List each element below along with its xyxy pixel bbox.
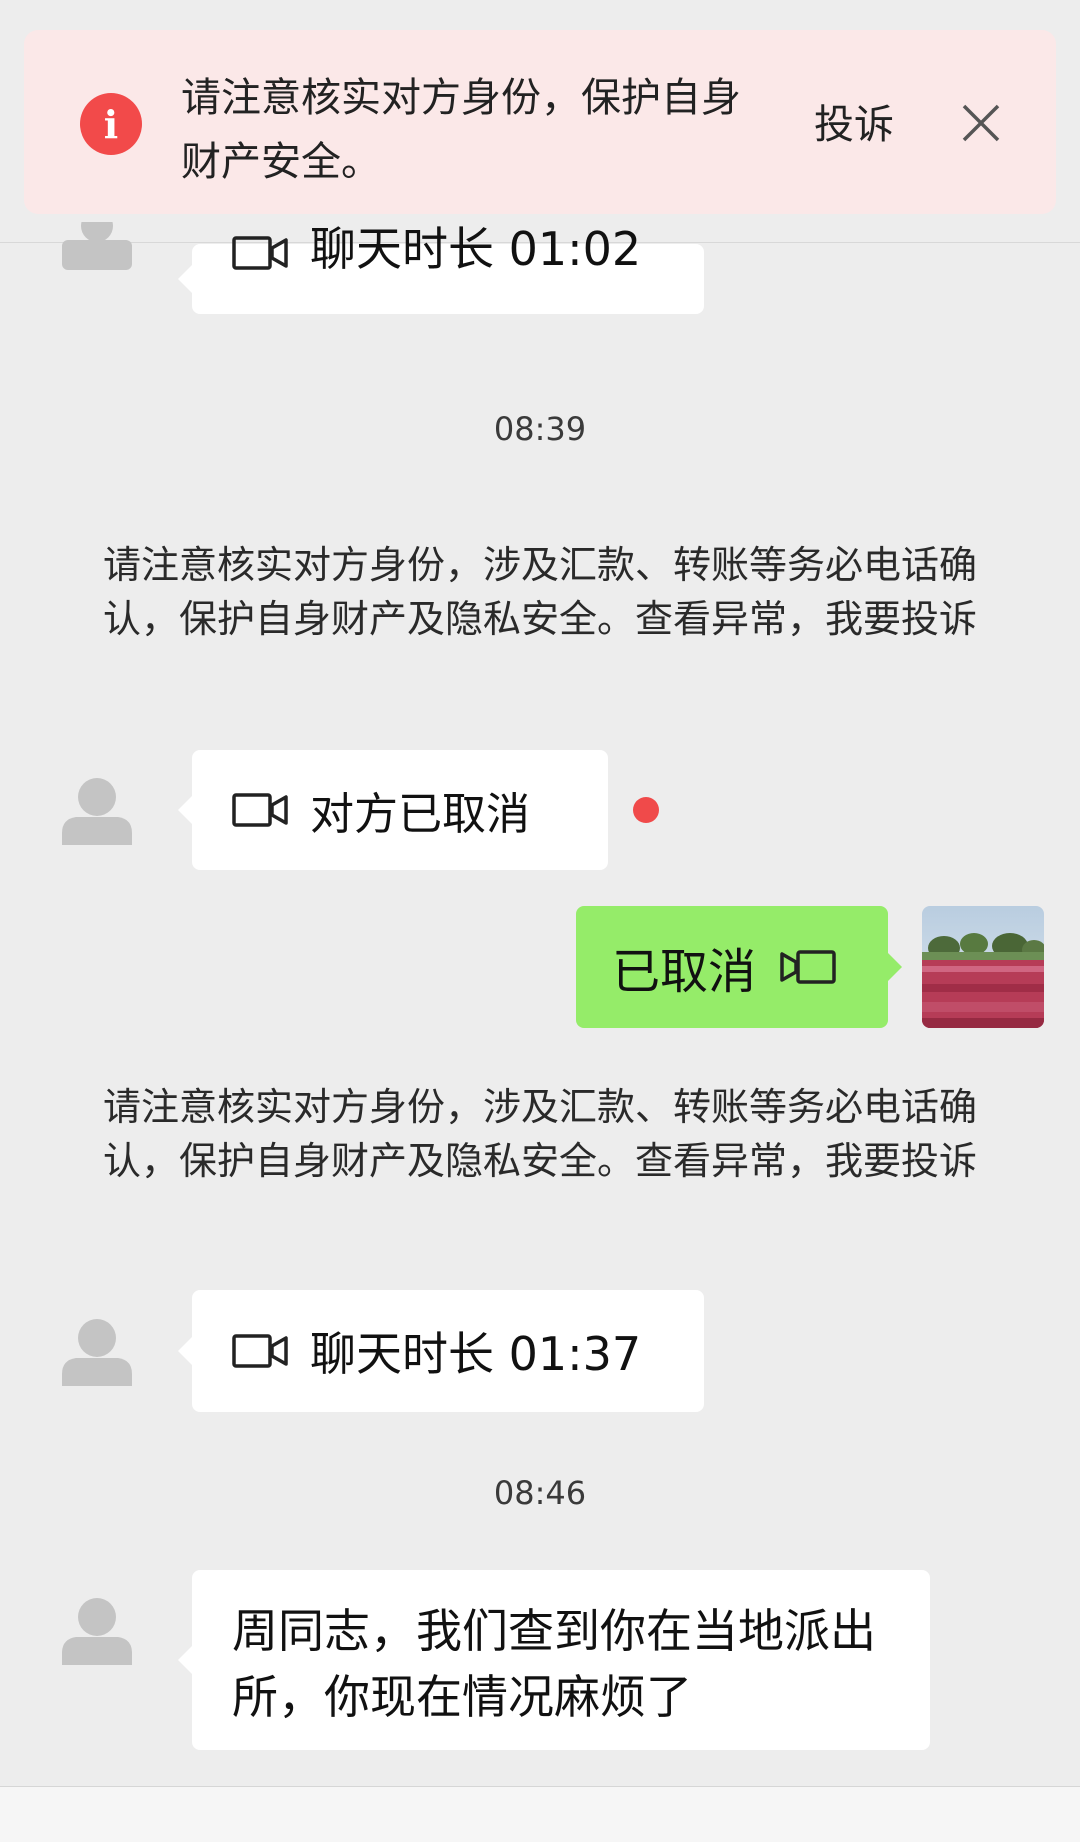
- video-camera-icon: [232, 236, 288, 270]
- contact-avatar[interactable]: [62, 775, 132, 845]
- self-avatar[interactable]: [922, 906, 1044, 1028]
- view-anomaly-link[interactable]: 查看异常: [635, 597, 787, 641]
- video-camera-icon: [232, 1334, 288, 1368]
- security-notice: 请注意核实对方身份，涉及汇款、转账等务必电话确认，保护自身财产及隐私安全。查看异…: [100, 538, 980, 646]
- video-call-bubble[interactable]: 聊天时长 01:02: [178, 222, 704, 314]
- banner-text: 请注意核实对方身份，保护自身财产安全。: [181, 75, 741, 185]
- unread-dot: [633, 797, 659, 823]
- video-call-bubble[interactable]: 对方已取消: [178, 750, 608, 870]
- call-status-label: 对方已取消: [310, 789, 530, 840]
- contact-avatar[interactable]: [62, 1595, 132, 1665]
- safety-warning-banner: i 请注意核实对方身份，保护自身财产安全。 投诉: [24, 30, 1056, 214]
- timestamp: 08:46: [493, 1474, 587, 1512]
- view-anomaly-link[interactable]: 查看异常: [635, 1139, 787, 1183]
- message-text: 周同志，我们查到你在当地派出所，你现在情况麻烦了: [232, 1604, 876, 1724]
- close-icon[interactable]: [956, 98, 1006, 148]
- call-status-label: 已取消: [612, 944, 757, 1000]
- info-icon: i: [80, 93, 142, 155]
- video-call-bubble[interactable]: 聊天时长 01:37: [178, 1290, 704, 1412]
- video-camera-icon: [232, 793, 288, 827]
- complain-button[interactable]: 投诉: [814, 92, 894, 150]
- complain-link[interactable]: 我要投诉: [825, 1139, 977, 1183]
- self-video-call-bubble[interactable]: 已取消: [576, 906, 902, 1028]
- contact-avatar[interactable]: [62, 1316, 132, 1386]
- notice-separator: ，: [787, 597, 826, 641]
- video-camera-icon: [780, 950, 836, 984]
- call-duration-label: 聊天时长 01:02: [310, 222, 642, 276]
- complain-link[interactable]: 我要投诉: [825, 597, 977, 641]
- contact-avatar[interactable]: [62, 222, 132, 270]
- timestamp: 08:39: [493, 410, 587, 448]
- text-message-bubble[interactable]: 周同志，我们查到你在当地派出所，你现在情况麻烦了: [178, 1570, 930, 1750]
- notice-separator: ，: [787, 1139, 826, 1183]
- security-notice: 请注意核实对方身份，涉及汇款、转账等务必电话确认，保护自身财产及隐私安全。查看异…: [100, 1080, 980, 1188]
- input-toolbar: [0, 1786, 1080, 1842]
- call-duration-label: 聊天时长 01:37: [310, 1327, 642, 1381]
